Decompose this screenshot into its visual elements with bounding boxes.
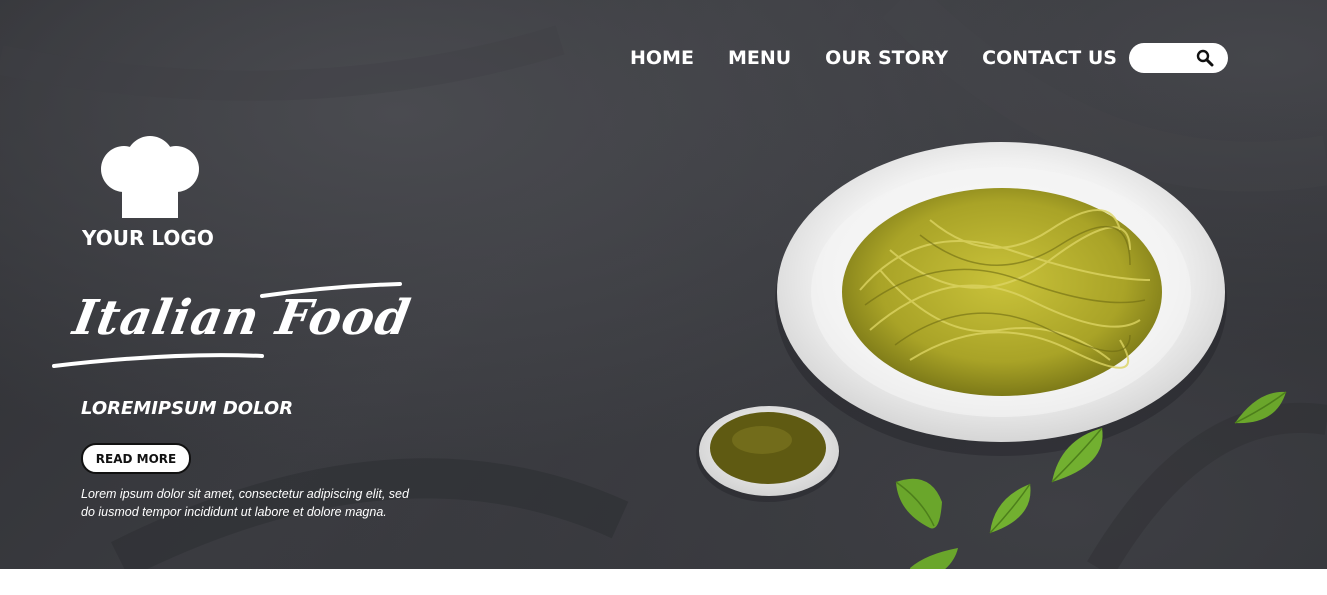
page-bottom <box>0 569 1327 595</box>
pasta-dish-image <box>696 142 1287 569</box>
nav-contact-us[interactable]: CONTACT US <box>982 44 1117 72</box>
read-more-button[interactable]: READ MORE <box>81 443 191 474</box>
nav-home[interactable]: HOME <box>630 44 694 72</box>
hero-script-title: Italian Food <box>69 290 415 346</box>
nav-our-story[interactable]: OUR STORY <box>825 44 948 72</box>
hero-section: HOME MENU OUR STORY CONTACT US YOUR LOGO… <box>0 0 1327 569</box>
logo-text: YOUR LOGO <box>82 226 214 250</box>
hero-subtitle: LOREMIPSUM DOLOR <box>81 398 294 419</box>
hero-description: Lorem ipsum dolor sit amet, consectetur … <box>81 487 409 519</box>
main-nav: HOME MENU OUR STORY CONTACT US <box>630 44 1151 72</box>
search-input[interactable] <box>1129 43 1228 73</box>
search-icon[interactable] <box>1196 49 1214 67</box>
hero-title: Italian Food <box>52 282 415 374</box>
chef-hat-icon <box>101 136 199 218</box>
nav-menu[interactable]: MENU <box>728 44 791 72</box>
basil-leaf <box>1234 391 1287 424</box>
